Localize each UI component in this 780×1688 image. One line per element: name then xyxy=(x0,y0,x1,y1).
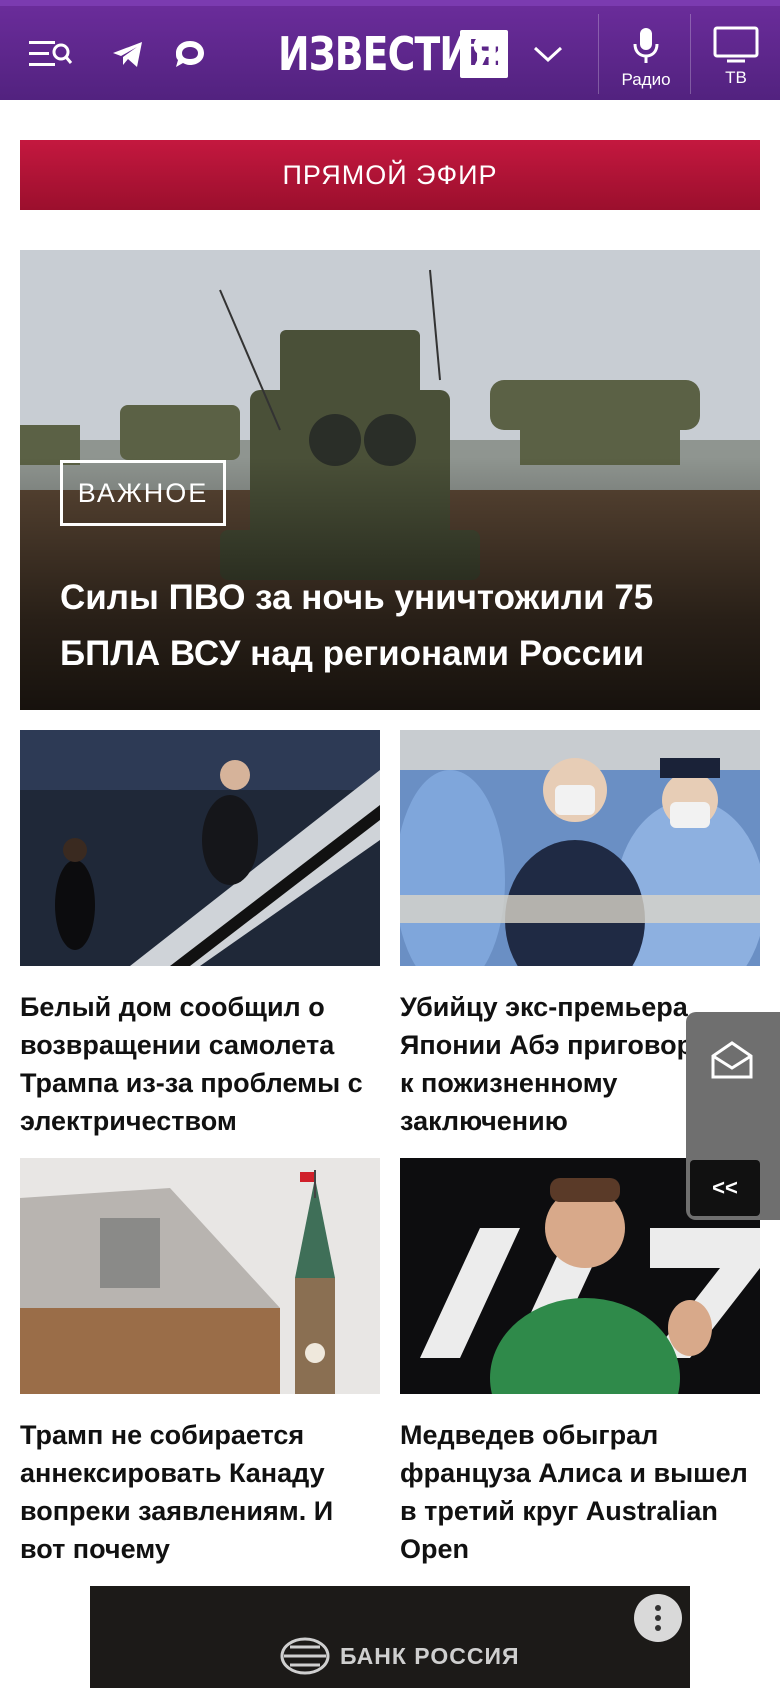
tv-icon xyxy=(713,26,759,63)
menu-search-icon[interactable] xyxy=(24,28,76,80)
header-divider xyxy=(690,14,691,94)
important-badge: ВАЖНОЕ xyxy=(60,460,226,526)
site-header: ИЗВЕСТИЯ iz Радио ТВ xyxy=(0,0,780,100)
ad-brand: БАНК РОССИЯ xyxy=(340,1642,520,1669)
bank-logo-icon xyxy=(280,1637,330,1675)
chevron-down-icon[interactable] xyxy=(522,28,574,80)
news-card-image xyxy=(20,1158,380,1394)
news-card-title[interactable]: Медведев обыграл француза Алиса и вышел … xyxy=(400,1416,760,1568)
site-logo[interactable]: ИЗВЕСТИЯ iz xyxy=(278,26,508,82)
logo-text: ИЗВЕСТИЯ xyxy=(278,27,499,81)
tv-label: ТВ xyxy=(725,68,747,87)
envelope-icon[interactable] xyxy=(710,1040,754,1085)
news-card-title[interactable]: Трамп не собирается аннексировать Канаду… xyxy=(20,1416,380,1568)
radio-label: Радио xyxy=(621,70,671,89)
news-card[interactable]: Трамп не собирается аннексировать Канаду… xyxy=(20,1158,380,1568)
radio-button[interactable]: Радио xyxy=(604,26,688,94)
live-stream-button[interactable]: ПРЯМОЙ ЭФИР xyxy=(20,140,760,210)
header-divider xyxy=(598,14,599,94)
news-card-image xyxy=(20,730,380,966)
microphone-icon xyxy=(633,28,659,63)
advertisement-banner[interactable]: БАНК РОССИЯ xyxy=(90,1586,690,1688)
hero-news-card[interactable]: ВАЖНОЕ Силы ПВО за ночь уничтожили 75 БП… xyxy=(20,250,760,710)
telegram-icon[interactable] xyxy=(102,28,154,80)
ad-logo: БАНК РОССИЯ xyxy=(280,1636,520,1676)
side-widget: << xyxy=(686,1012,780,1220)
collapse-button[interactable]: << xyxy=(690,1160,760,1216)
tv-button[interactable]: ТВ xyxy=(694,26,778,94)
news-card-image xyxy=(400,730,760,966)
news-card-title[interactable]: Белый дом сообщил о возвращении самолета… xyxy=(20,988,380,1140)
news-card[interactable]: Белый дом сообщил о возвращении самолета… xyxy=(20,730,380,1140)
hero-headline[interactable]: Силы ПВО за ночь уничтожили 75 БПЛА ВСУ … xyxy=(60,570,700,682)
more-options-icon[interactable] xyxy=(634,1594,682,1642)
chat-icon[interactable] xyxy=(164,28,216,80)
